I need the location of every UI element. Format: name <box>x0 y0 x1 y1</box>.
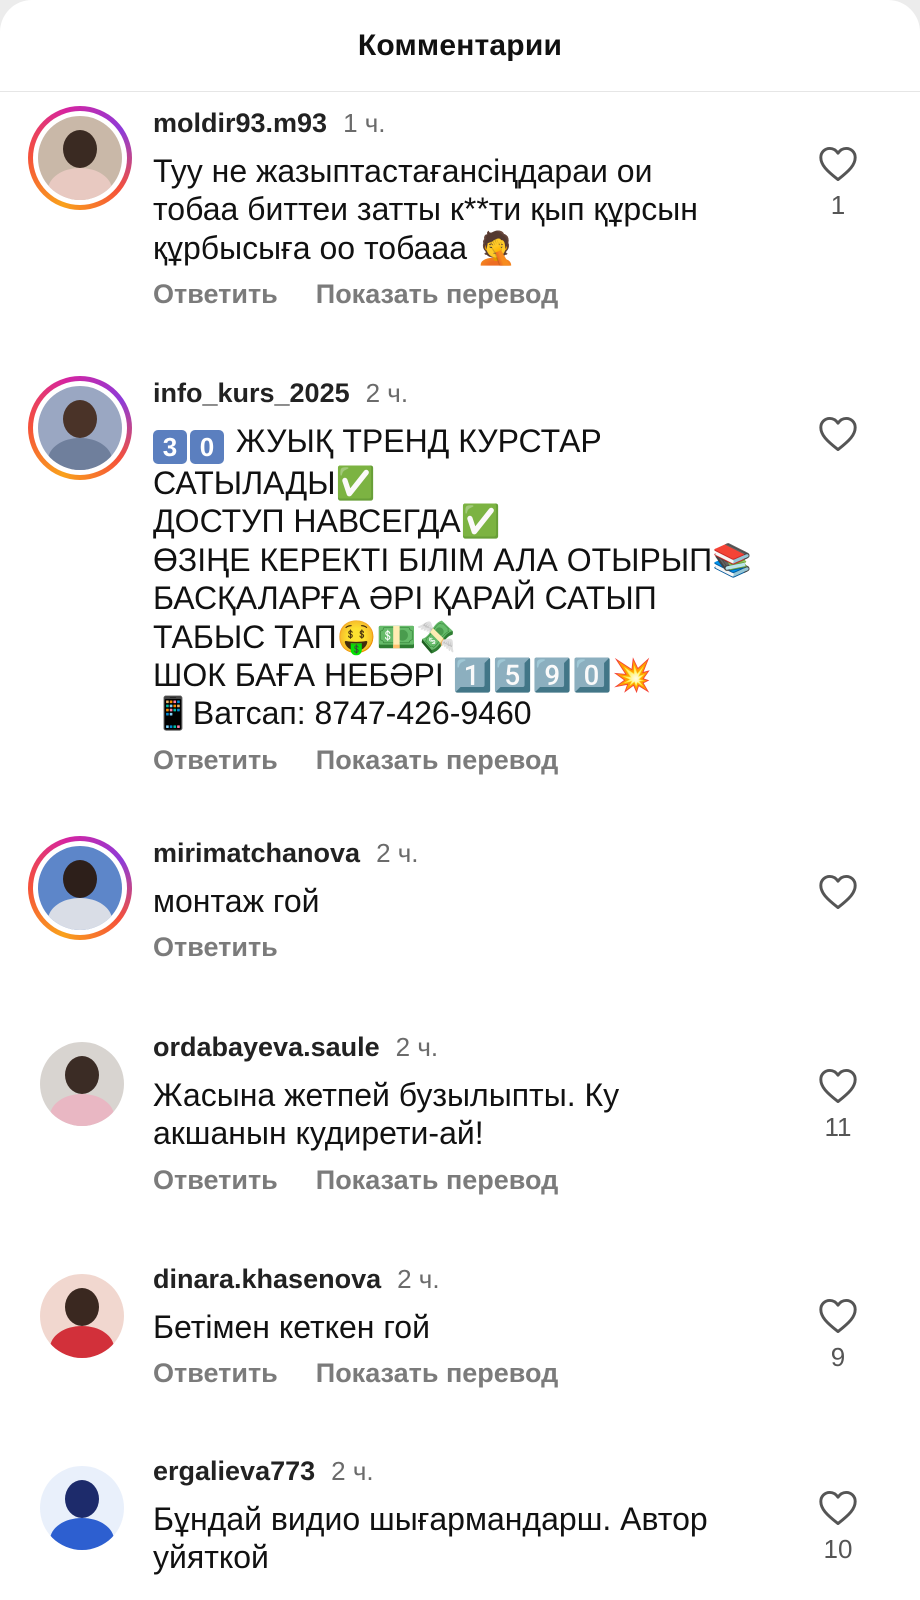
timestamp: 2 ч. <box>365 378 409 408</box>
like-button[interactable]: 10 <box>812 1490 864 1565</box>
page-title: Комментарии <box>357 28 563 62</box>
avatar[interactable] <box>28 1262 132 1366</box>
show-translation-button[interactable]: Показать перевод <box>316 745 559 776</box>
timestamp: 1 ч. <box>343 108 386 138</box>
like-count: 11 <box>824 1112 852 1142</box>
avatar-image <box>40 1274 124 1358</box>
timestamp: 2 ч. <box>397 1264 440 1294</box>
username[interactable]: mirimatchanova <box>153 838 360 869</box>
like-button[interactable]: 1 <box>812 146 864 221</box>
show-translation-button[interactable]: Показать перевод <box>316 1358 559 1389</box>
username[interactable]: info_kurs_2025 <box>153 378 350 409</box>
like-button[interactable] <box>812 416 864 452</box>
avatar[interactable] <box>28 376 132 480</box>
reply-button[interactable]: Ответить <box>153 932 278 963</box>
like-button[interactable]: 9 <box>812 1298 864 1373</box>
avatar-image <box>40 1466 124 1550</box>
heart-icon <box>819 1490 857 1526</box>
show-translation-button[interactable]: Показать перевод <box>316 1165 559 1196</box>
comment-text: Туу не жазыптастағансіңдараи ои тобаа би… <box>153 153 698 266</box>
like-count: 1 <box>830 190 846 220</box>
story-ring <box>28 106 132 210</box>
timestamp: 2 ч. <box>395 1032 439 1062</box>
comments-header: Комментарии <box>0 0 920 92</box>
show-translation-button[interactable]: Показать перевод <box>316 279 559 310</box>
like-button[interactable]: 11 <box>812 1068 864 1143</box>
story-ring <box>28 376 132 480</box>
avatar[interactable] <box>28 106 132 210</box>
like-count: 10 <box>823 1534 853 1564</box>
like-button[interactable] <box>812 874 864 910</box>
heart-icon <box>819 416 857 452</box>
heart-icon <box>819 1068 857 1104</box>
heart-icon <box>819 874 857 910</box>
username[interactable]: ordabayeva.saule <box>153 1032 380 1063</box>
story-ring <box>28 836 132 940</box>
reply-button[interactable]: Ответить <box>153 279 278 310</box>
comment-text-body: ЖУЫҚ ТРЕНД КУРСТАР САТЫЛАДЫ✅ ДОСТУП НАВС… <box>153 423 752 732</box>
keycap-emoji: 3 <box>153 430 187 464</box>
reply-button[interactable]: Ответить <box>153 745 278 776</box>
timestamp: 2 ч. <box>331 1456 374 1486</box>
heart-icon <box>819 1298 857 1334</box>
reply-button[interactable]: Ответить <box>153 1165 278 1196</box>
comment-text: Жасына жетпей бузылыпты. Ку акшанын куди… <box>153 1077 620 1152</box>
heart-icon <box>819 146 857 182</box>
username[interactable]: moldir93.m93 <box>153 108 327 139</box>
username[interactable]: dinara.khasenova <box>153 1264 381 1295</box>
keycap-emoji: 0 <box>190 430 224 464</box>
comments-sheet: Комментарии moldir93.m93 1 ч. Туу не жаз… <box>0 0 920 1600</box>
avatar[interactable] <box>28 1030 132 1134</box>
timestamp: 2 ч. <box>376 838 419 868</box>
avatar-image <box>38 116 122 200</box>
avatar-image <box>40 1042 124 1126</box>
username[interactable]: ergalieva773 <box>153 1456 315 1487</box>
like-count: 9 <box>830 1342 846 1372</box>
reply-button[interactable]: Ответить <box>153 1358 278 1389</box>
comment-text: Бұндай видио шығармандарш. Автор уйяткой <box>153 1501 708 1576</box>
comment-text: монтаж гой <box>153 883 320 919</box>
avatar[interactable] <box>28 1454 132 1558</box>
avatar-image <box>38 386 122 470</box>
avatar-image <box>38 846 122 930</box>
avatar[interactable] <box>28 836 132 940</box>
comment-text: 30 ЖУЫҚ ТРЕНД КУРСТАР САТЫЛАДЫ✅ ДОСТУП Н… <box>153 422 793 733</box>
comment-text: Бетімен кеткен гой <box>153 1309 430 1345</box>
